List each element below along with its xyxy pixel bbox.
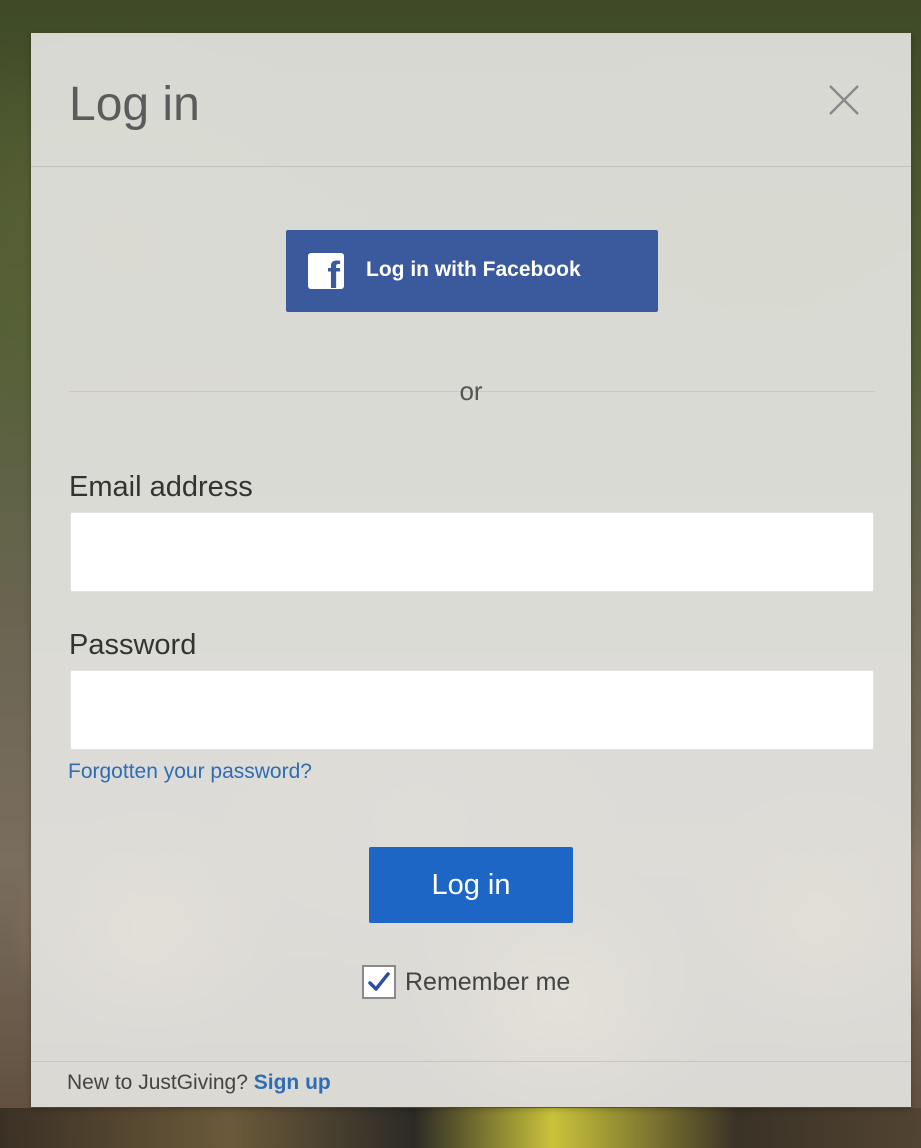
close-icon bbox=[829, 85, 859, 115]
signup-footer: New to JustGiving? Sign up bbox=[67, 1071, 331, 1095]
remember-me-label: Remember me bbox=[405, 967, 571, 996]
email-label: Email address bbox=[69, 471, 253, 503]
modal-header: Log in bbox=[31, 33, 911, 167]
email-field[interactable] bbox=[70, 512, 874, 592]
password-label: Password bbox=[69, 629, 197, 661]
remember-me-checkbox[interactable] bbox=[362, 965, 396, 999]
footer-divider bbox=[31, 1061, 911, 1062]
background-photo-strip bbox=[0, 1108, 921, 1148]
password-field[interactable] bbox=[70, 670, 874, 750]
signup-link[interactable]: Sign up bbox=[254, 1071, 331, 1094]
login-button[interactable]: Log in bbox=[369, 847, 573, 923]
signup-prompt: New to JustGiving? bbox=[67, 1071, 248, 1094]
modal-title: Log in bbox=[69, 78, 200, 131]
facebook-icon: f bbox=[308, 253, 344, 289]
forgot-password-link[interactable]: Forgotten your password? bbox=[68, 760, 312, 784]
login-modal: Log in f Log in with Facebook or Email a… bbox=[31, 33, 911, 1107]
facebook-login-label: Log in with Facebook bbox=[366, 258, 581, 281]
facebook-login-button[interactable]: f Log in with Facebook bbox=[286, 230, 658, 312]
divider-or-text: or bbox=[459, 376, 483, 406]
remember-me[interactable]: Remember me bbox=[362, 965, 570, 999]
close-button[interactable] bbox=[827, 83, 861, 117]
checkmark-icon bbox=[368, 972, 390, 991]
